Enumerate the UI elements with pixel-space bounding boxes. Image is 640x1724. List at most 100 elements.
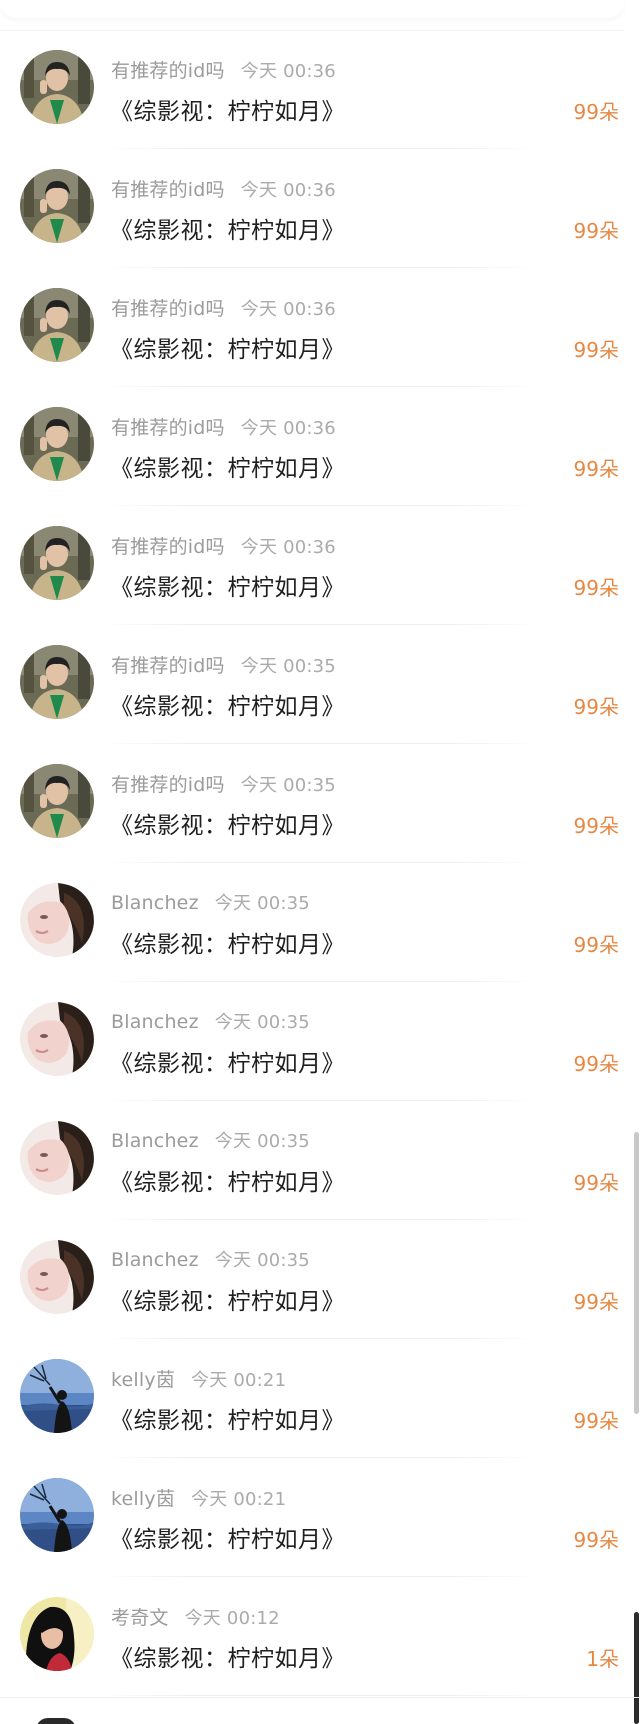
timestamp: 今天 00:35 <box>214 1131 310 1152</box>
comment-row[interactable]: Blanchez 今天 00:35 《综影视：柠柠如月》 99朵 <box>0 982 640 1101</box>
avatar[interactable] <box>20 526 94 600</box>
meta-line: 有推荐的id吗 今天 00:36 <box>111 413 336 439</box>
comment-row[interactable]: 考奇文 今天 00:12 《综影视：柠柠如月》 1朵 <box>0 1577 640 1696</box>
avatar[interactable] <box>20 1002 94 1076</box>
meta-line: 有推荐的id吗 今天 00:36 <box>111 532 336 558</box>
comment-list[interactable]: 有推荐的id吗 今天 00:36 《综影视：柠柠如月》 99朵 有推荐的id吗 今天 00… <box>0 30 640 1696</box>
book-title: 《综影视：柠柠如月》 <box>110 1408 345 1434</box>
flower-count: 99朵 <box>573 1290 619 1314</box>
meta-line: 有推荐的id吗 今天 00:36 <box>111 175 336 201</box>
username[interactable]: 有推荐的id吗 <box>111 60 225 82</box>
avatar[interactable] <box>20 764 94 838</box>
username[interactable]: kelly茵 <box>111 1488 175 1510</box>
username[interactable]: 有推荐的id吗 <box>111 536 225 558</box>
avatar[interactable] <box>20 50 94 124</box>
meta-line: kelly茵 今天 00:21 <box>111 1484 286 1510</box>
flower-count: 1朵 <box>586 1647 619 1671</box>
username[interactable]: Blanchez <box>111 892 199 914</box>
row-divider <box>100 1695 540 1696</box>
flower-count: 99朵 <box>573 814 619 838</box>
comment-row[interactable]: 有推荐的id吗 今天 00:36 《综影视：柠柠如月》 99朵 <box>0 268 640 387</box>
meta-line: Blanchez 今天 00:35 <box>111 1008 310 1034</box>
avatar[interactable] <box>20 1121 94 1195</box>
comment-row[interactable]: 有推荐的id吗 今天 00:35 《综影视：柠柠如月》 99朵 <box>0 744 640 863</box>
flower-count: 99朵 <box>573 695 619 719</box>
avatar[interactable] <box>20 1240 94 1314</box>
avatar[interactable] <box>20 1597 94 1671</box>
avatar[interactable] <box>20 1359 94 1433</box>
book-title: 《综影视：柠柠如月》 <box>110 1527 345 1553</box>
book-title: 《综影视：柠柠如月》 <box>110 1170 345 1196</box>
flower-count: 99朵 <box>573 1052 619 1076</box>
comment-row[interactable]: Blanchez 今天 00:35 《综影视：柠柠如月》 99朵 <box>0 1220 640 1339</box>
book-title: 《综影视：柠柠如月》 <box>110 99 345 125</box>
avatar[interactable] <box>20 1478 94 1552</box>
book-title: 《综影视：柠柠如月》 <box>110 694 345 720</box>
meta-line: Blanchez 今天 00:35 <box>111 1127 310 1153</box>
username[interactable]: kelly茵 <box>111 1369 175 1391</box>
next-row-divider <box>0 1697 640 1698</box>
username[interactable]: 有推荐的id吗 <box>111 774 225 796</box>
comment-row[interactable]: Blanchez 今天 00:35 《综影视：柠柠如月》 99朵 <box>0 863 640 982</box>
flower-count: 99朵 <box>573 1528 619 1552</box>
timestamp: 今天 00:36 <box>240 180 336 201</box>
timestamp: 今天 00:21 <box>191 1370 287 1391</box>
flower-count: 99朵 <box>573 933 619 957</box>
meta-line: Blanchez 今天 00:35 <box>111 889 310 915</box>
timestamp: 今天 00:12 <box>184 1608 280 1629</box>
timestamp: 今天 00:36 <box>240 537 336 558</box>
comment-row[interactable]: kelly茵 今天 00:21 《综影视：柠柠如月》 99朵 <box>0 1458 640 1577</box>
meta-line: 有推荐的id吗 今天 00:36 <box>111 56 336 82</box>
meta-line: Blanchez 今天 00:35 <box>111 1246 310 1272</box>
avatar[interactable] <box>20 645 94 719</box>
timestamp: 今天 00:35 <box>214 893 310 914</box>
timestamp: 今天 00:35 <box>214 1012 310 1033</box>
next-row-avatar-peek <box>36 1718 76 1724</box>
comment-row[interactable]: 有推荐的id吗 今天 00:36 《综影视：柠柠如月》 99朵 <box>0 387 640 506</box>
book-title: 《综影视：柠柠如月》 <box>110 218 345 244</box>
avatar[interactable] <box>20 407 94 481</box>
book-title: 《综影视：柠柠如月》 <box>110 1646 345 1672</box>
username[interactable]: 有推荐的id吗 <box>111 179 225 201</box>
timestamp: 今天 00:36 <box>240 418 336 439</box>
book-title: 《综影视：柠柠如月》 <box>110 575 345 601</box>
book-title: 《综影视：柠柠如月》 <box>110 456 345 482</box>
flower-count: 99朵 <box>573 576 619 600</box>
flower-count: 99朵 <box>573 1171 619 1195</box>
comment-row[interactable]: 有推荐的id吗 今天 00:36 《综影视：柠柠如月》 99朵 <box>0 149 640 268</box>
username[interactable]: Blanchez <box>111 1130 199 1152</box>
flower-count: 99朵 <box>573 100 619 124</box>
comment-row[interactable]: 有推荐的id吗 今天 00:35 《综影视：柠柠如月》 99朵 <box>0 625 640 744</box>
timestamp: 今天 00:36 <box>240 61 336 82</box>
meta-line: 有推荐的id吗 今天 00:35 <box>111 651 336 677</box>
meta-line: 有推荐的id吗 今天 00:35 <box>111 770 336 796</box>
timestamp: 今天 00:35 <box>240 656 336 677</box>
comment-row[interactable]: kelly茵 今天 00:21 《综影视：柠柠如月》 99朵 <box>0 1339 640 1458</box>
meta-line: kelly茵 今天 00:21 <box>111 1365 286 1391</box>
username[interactable]: 考奇文 <box>111 1607 169 1629</box>
book-title: 《综影视：柠柠如月》 <box>110 337 345 363</box>
top-card-edge <box>0 0 624 18</box>
comment-row[interactable]: 有推荐的id吗 今天 00:36 《综影视：柠柠如月》 99朵 <box>0 30 640 149</box>
username[interactable]: Blanchez <box>111 1249 199 1271</box>
book-title: 《综影视：柠柠如月》 <box>110 1289 345 1315</box>
flower-count: 99朵 <box>573 1409 619 1433</box>
comment-row[interactable]: 有推荐的id吗 今天 00:36 《综影视：柠柠如月》 99朵 <box>0 506 640 625</box>
scrollbar-thumb[interactable] <box>634 1132 639 1414</box>
scrollbar-thumb-secondary[interactable] <box>634 1612 639 1724</box>
username[interactable]: 有推荐的id吗 <box>111 298 225 320</box>
avatar[interactable] <box>20 288 94 362</box>
avatar[interactable] <box>20 883 94 957</box>
flower-count: 99朵 <box>573 219 619 243</box>
avatar[interactable] <box>20 169 94 243</box>
flower-count: 99朵 <box>573 457 619 481</box>
username[interactable]: 有推荐的id吗 <box>111 417 225 439</box>
timestamp: 今天 00:21 <box>191 1489 287 1510</box>
flower-count: 99朵 <box>573 338 619 362</box>
meta-line: 有推荐的id吗 今天 00:36 <box>111 294 336 320</box>
username[interactable]: Blanchez <box>111 1011 199 1033</box>
book-title: 《综影视：柠柠如月》 <box>110 1051 345 1077</box>
book-title: 《综影视：柠柠如月》 <box>110 932 345 958</box>
username[interactable]: 有推荐的id吗 <box>111 655 225 677</box>
comment-row[interactable]: Blanchez 今天 00:35 《综影视：柠柠如月》 99朵 <box>0 1101 640 1220</box>
